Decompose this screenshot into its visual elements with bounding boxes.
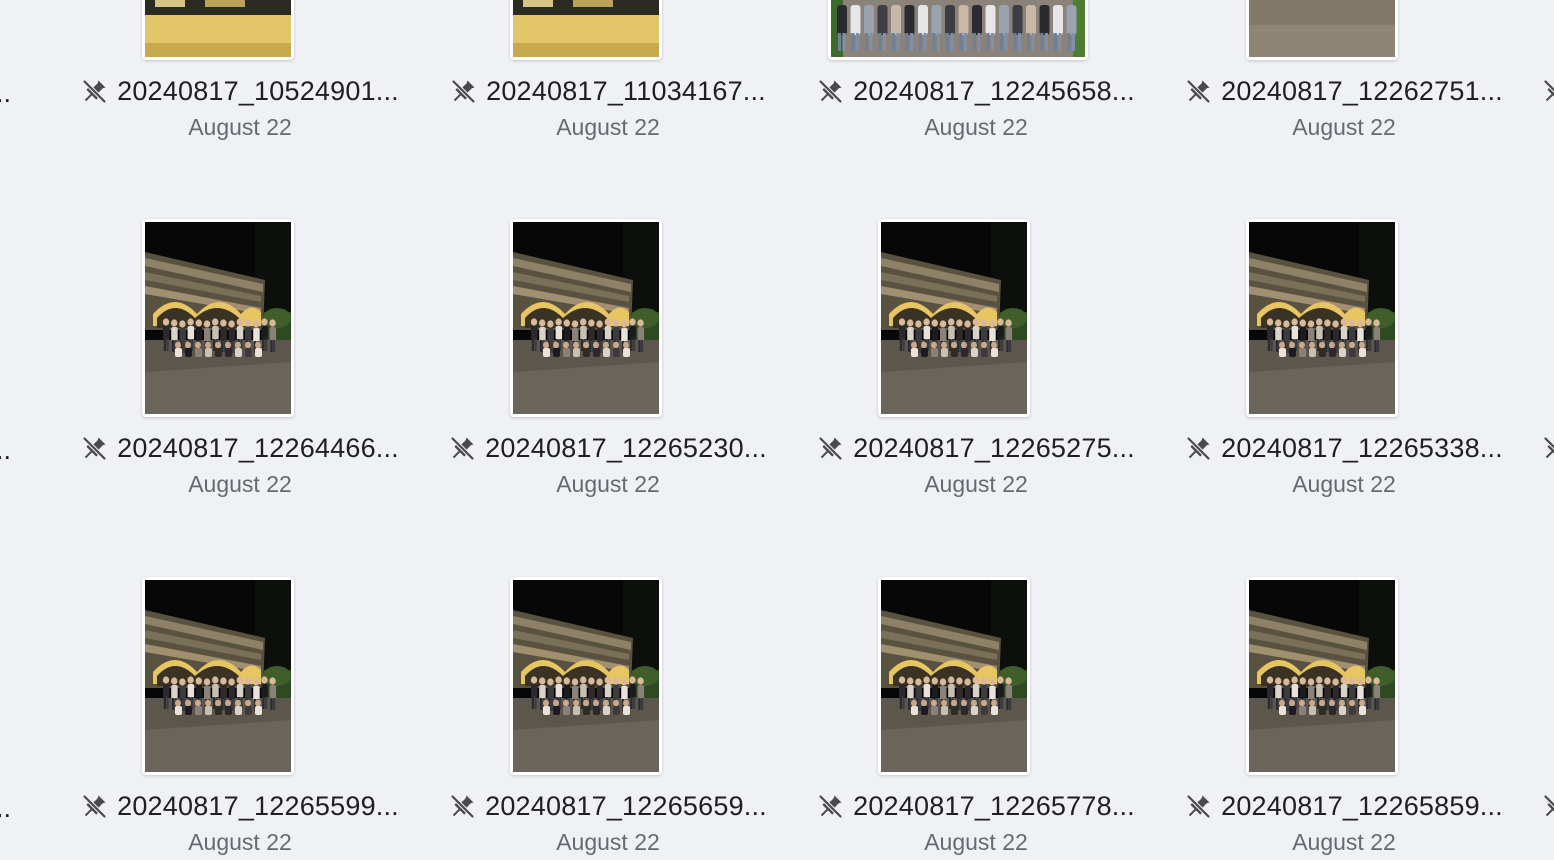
pin-off-icon — [818, 79, 843, 104]
file-thumbnail[interactable] — [510, 0, 662, 60]
file-name: 20240817_10524901... — [117, 75, 399, 106]
file-tile[interactable]: 20240817_10524901... August 22 — [56, 0, 424, 182]
file-date: August 22 — [556, 829, 660, 855]
file-date: August 22 — [188, 114, 292, 140]
pin-off-icon — [450, 436, 475, 461]
file-date: August 22 — [924, 829, 1028, 855]
file-thumbnail[interactable] — [828, 0, 1088, 60]
pin-off-icon — [1543, 794, 1554, 817]
pin-off-icon — [1186, 436, 1211, 461]
file-name: 20240817_11034167... — [486, 75, 766, 106]
pin-off-icon — [450, 794, 475, 819]
clipped-file-name-left: .. — [0, 78, 12, 108]
file-tile[interactable]: 20240817_12245658... August 22 — [792, 0, 1160, 182]
file-tile[interactable]: 20240817_12265859... August 22 — [1160, 577, 1528, 860]
file-thumbnail[interactable] — [878, 219, 1030, 417]
file-name: 20240817_12265230... — [485, 432, 767, 463]
file-date: August 22 — [1292, 114, 1396, 140]
file-thumbnail[interactable] — [142, 219, 294, 417]
file-tile[interactable]: 20240817_12262751... August 22 — [1160, 0, 1528, 182]
clipped-pin-off-icon-right — [1542, 434, 1554, 469]
file-name-row[interactable]: 20240817_12265659... — [434, 789, 782, 823]
file-thumbnail[interactable] — [510, 577, 662, 775]
file-name-row[interactable]: 20240817_12265275... — [802, 431, 1150, 465]
file-name: 20240817_12265778... — [853, 790, 1135, 821]
clipped-pin-off-icon-right — [1542, 792, 1554, 827]
file-name-row[interactable]: 20240817_12262751... — [1170, 74, 1518, 108]
file-tile[interactable]: 20240817_12265275... August 22 — [792, 219, 1160, 539]
file-tile[interactable]: 20240817_11034167... August 22 — [424, 0, 792, 182]
pin-off-icon — [451, 79, 476, 104]
file-date: August 22 — [188, 471, 292, 497]
file-grid-viewport: 20240817_10524901... August 22 20240817_11… — [0, 0, 1554, 860]
clipped-pin-off-icon-right — [1542, 77, 1554, 112]
file-name-row[interactable]: 20240817_12265778... — [802, 789, 1150, 823]
file-name: 20240817_12264466... — [117, 432, 399, 463]
pin-off-icon — [82, 79, 107, 104]
pin-off-icon — [1543, 79, 1554, 102]
file-name-row[interactable]: 20240817_11034167... — [434, 74, 782, 108]
file-tile[interactable]: 20240817_12265659... August 22 — [424, 577, 792, 860]
pin-off-icon — [1186, 794, 1211, 819]
file-name: 20240817_12262751... — [1221, 75, 1503, 106]
file-thumbnail[interactable] — [1246, 577, 1398, 775]
file-tile[interactable]: 20240817_12264466... August 22 — [56, 219, 424, 539]
file-date: August 22 — [188, 829, 292, 855]
file-name-row[interactable]: 20240817_12265859... — [1170, 789, 1518, 823]
file-date: August 22 — [924, 471, 1028, 497]
file-name: 20240817_12265275... — [853, 432, 1135, 463]
pin-off-icon — [818, 794, 843, 819]
pin-off-icon — [818, 436, 843, 461]
file-name: 20240817_12265599... — [117, 790, 399, 821]
file-thumbnail[interactable] — [878, 577, 1030, 775]
file-name-row[interactable]: 20240817_12265338... — [1170, 431, 1518, 465]
pin-off-icon — [1543, 436, 1554, 459]
file-name-row[interactable]: 20240817_12264466... — [66, 431, 414, 465]
pin-off-icon — [82, 436, 107, 461]
file-tile[interactable]: 20240817_12265778... August 22 — [792, 577, 1160, 860]
file-name: 20240817_12245658... — [853, 75, 1135, 106]
file-name-row[interactable]: 20240817_12245658... — [802, 74, 1150, 108]
clipped-file-name-left: .. — [0, 435, 12, 465]
file-tile[interactable]: 20240817_12265230... August 22 — [424, 219, 792, 539]
clipped-file-name-left: .. — [0, 793, 12, 823]
file-date: August 22 — [1292, 471, 1396, 497]
file-tile[interactable]: 20240817_12265338... August 22 — [1160, 219, 1528, 539]
file-grid: 20240817_10524901... August 22 20240817_11… — [0, 0, 1554, 860]
file-tile[interactable]: 20240817_12265599... August 22 — [56, 577, 424, 860]
file-thumbnail[interactable] — [142, 577, 294, 775]
file-thumbnail[interactable] — [1246, 0, 1398, 60]
pin-off-icon — [82, 794, 107, 819]
file-date: August 22 — [1292, 829, 1396, 855]
file-thumbnail[interactable] — [1246, 219, 1398, 417]
file-name: 20240817_12265659... — [485, 790, 767, 821]
file-date: August 22 — [556, 471, 660, 497]
pin-off-icon — [1186, 79, 1211, 104]
file-name: 20240817_12265859... — [1221, 790, 1503, 821]
file-date: August 22 — [924, 114, 1028, 140]
file-name-row[interactable]: 20240817_12265599... — [66, 789, 414, 823]
file-date: August 22 — [556, 114, 660, 140]
file-thumbnail[interactable] — [142, 0, 294, 60]
file-name-row[interactable]: 20240817_10524901... — [66, 74, 414, 108]
file-name: 20240817_12265338... — [1221, 432, 1503, 463]
file-name-row[interactable]: 20240817_12265230... — [434, 431, 782, 465]
file-thumbnail[interactable] — [510, 219, 662, 417]
